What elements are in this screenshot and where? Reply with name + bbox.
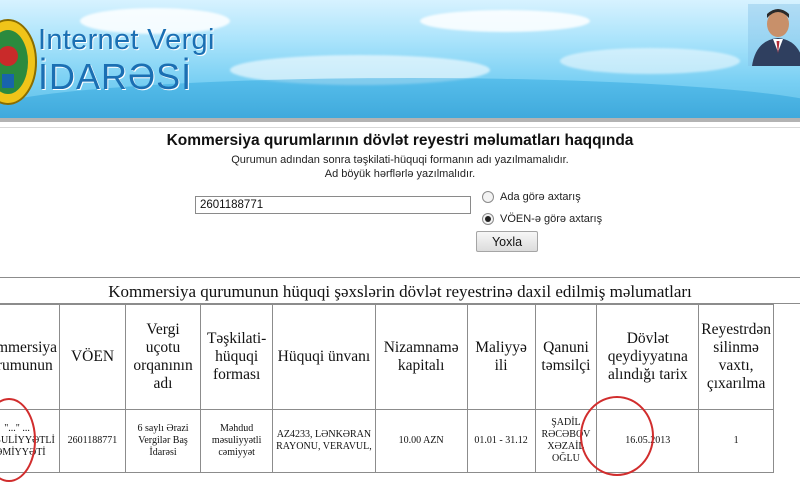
page-title: Kommersiya qurumlarının dövlət reyestri … <box>166 132 634 149</box>
radio-button[interactable] <box>482 191 494 203</box>
check-button[interactable]: Yoxla <box>476 231 538 252</box>
column-header: VÖEN <box>59 304 126 410</box>
column-header: Kommersiya qurumunun <box>0 304 61 410</box>
radio-label: VÖEN-ə görə axtarış <box>500 213 603 225</box>
logo-subtitle[interactable]: İDARƏSİ <box>38 56 192 98</box>
cell-capital: 10.00 AZN <box>374 409 468 473</box>
instruction-note: Ad böyük hərflərlə yazılmalıdır. <box>324 168 476 180</box>
cell-tax-office: 6 saylı Ərazi Vergilər Baş İdarəsi <box>124 409 202 473</box>
cell-address: AZ4233, LƏNKƏRAN RAYONU, VERAVUL, <box>272 409 376 473</box>
column-header: Qanuni təmsilçi <box>534 304 598 410</box>
cell-legal-form: Məhdud məsuliyyətli cəmiyyət <box>200 409 274 473</box>
table-title: Kommersiya qurumunun hüquqi şəxslərin dö… <box>0 277 800 304</box>
column-header: Dövlət qeydiyyatına alındığı tarix <box>596 304 700 410</box>
column-header: Nizamnamə kapitalı <box>374 304 468 410</box>
column-header: Maliyyə ili <box>466 304 536 410</box>
radio-search-by-voen[interactable]: VÖEN-ə görə axtarış <box>482 213 602 225</box>
annotation-circle <box>580 396 654 476</box>
registry-table: Kommersiya qurumunun VÖEN Vergi uçotu or… <box>0 304 774 473</box>
radio-search-by-name[interactable]: Ada görə axtarış <box>482 191 581 203</box>
cell-fiscal-year: 01.01 - 31.12 <box>466 409 536 473</box>
emblem-icon <box>0 19 37 105</box>
column-header: Reyestrdən silinmə vaxtı, çıxarılma <box>698 304 774 410</box>
table-row: "..." ... MƏSULİYYƏTLİ CƏMİYYƏTİ 2601188… <box>0 409 774 473</box>
column-header: Hüquqi ünvanı <box>272 304 376 410</box>
logo-title[interactable]: Internet Vergi <box>38 24 215 57</box>
cell-removal: 1 <box>698 409 774 473</box>
cell-voen: 2601188771 <box>59 409 126 473</box>
site-banner: Internet Vergi İDARƏSİ <box>0 0 800 118</box>
banner-cloud <box>420 10 590 32</box>
portrait-icon <box>748 4 800 66</box>
section-divider <box>0 127 800 128</box>
banner-cloud <box>560 48 740 74</box>
table-header-row: Kommersiya qurumunun VÖEN Vergi uçotu or… <box>0 304 774 410</box>
banner-divider <box>0 118 800 122</box>
instruction-note: Qurumun adından sonra təşkilati-hüquqi f… <box>231 154 569 166</box>
column-header: Vergi uçotu orqanının adı <box>124 304 202 410</box>
radio-button[interactable] <box>482 213 494 225</box>
column-header: Təşkilati-hüquqi forması <box>200 304 274 410</box>
radio-label: Ada görə axtarış <box>500 191 581 203</box>
search-input[interactable]: 2601188771 <box>195 196 471 214</box>
